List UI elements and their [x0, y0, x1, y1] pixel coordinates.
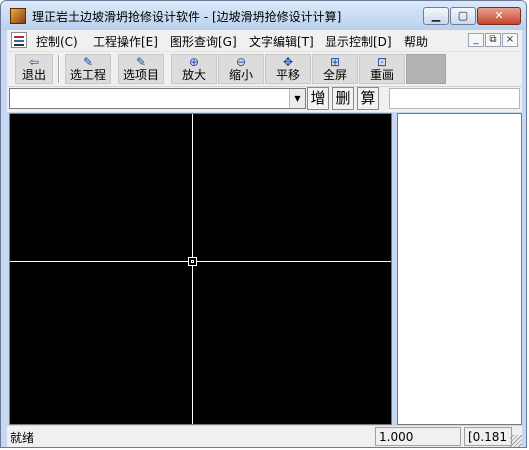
toolbar: ⇦ 退出 ✎ 选工程 ✎ 选项目 ⊕ 放大 ⊖ 缩小 ✥ 平移 ⊞ 全屏 ⊡ 重…	[7, 52, 522, 87]
exit-arrow-icon: ⇦	[28, 55, 40, 69]
title-bar[interactable]: 理正岩土边坡滑坍抢修设计软件 - [边坡滑坍抢修设计计算] ▁ ▢ ✕	[1, 1, 526, 30]
minimize-button[interactable]: ▁	[423, 7, 449, 25]
fullscreen-icon: ⊞	[329, 55, 341, 69]
window-title: 理正岩土边坡滑坍抢修设计软件 - [边坡滑坍抢修设计计算]	[32, 10, 342, 24]
zoom-in-label: 放大	[181, 68, 206, 82]
zoom-out-label: 缩小	[228, 68, 253, 82]
redraw-button[interactable]: ⊡ 重画	[359, 54, 405, 84]
zoom-out-button[interactable]: ⊖ 缩小	[218, 54, 264, 84]
side-panel[interactable]	[397, 113, 522, 425]
status-bar: 就绪 1.000 [0.181	[7, 426, 522, 447]
edit-project-icon: ✎	[82, 55, 94, 69]
select-item-label: 选项目	[122, 68, 159, 82]
toolbar-separator	[58, 55, 60, 83]
menu-project-ops[interactable]: 工程操作[E]	[93, 33, 158, 50]
menu-bar: 控制(C) 工程操作[E] 图形查询[G] 文字编辑[T] 显示控制[D] 帮助…	[7, 30, 522, 52]
command-input[interactable]	[389, 88, 520, 109]
drawing-canvas[interactable]	[9, 113, 392, 425]
mdi-minimize-button[interactable]: _	[468, 33, 484, 47]
calculate-button[interactable]: 算	[357, 87, 379, 110]
pan-icon: ✥	[282, 55, 294, 69]
menu-display-control[interactable]: 显示控制[D]	[325, 33, 392, 50]
vertical-axis-line	[192, 114, 193, 424]
app-logo-icon	[10, 8, 26, 24]
pan-label: 平移	[275, 68, 300, 82]
menu-help[interactable]: 帮助	[404, 33, 428, 50]
edit-item-icon: ✎	[135, 55, 147, 69]
scale-readout: 1.000	[375, 427, 461, 446]
mdi-restore-button[interactable]: ⧉	[485, 33, 501, 47]
menu-control[interactable]: 控制(C)	[36, 33, 78, 50]
mdi-close-button[interactable]: ×	[502, 33, 518, 47]
resize-grip-icon[interactable]	[510, 435, 522, 447]
coordinate-readout: [0.181	[464, 427, 512, 446]
close-button[interactable]: ✕	[477, 7, 521, 25]
command-combo[interactable]: ▼	[9, 88, 306, 109]
add-button[interactable]: 增	[307, 87, 329, 110]
select-project-button[interactable]: ✎ 选工程	[65, 54, 111, 84]
exit-button-label: 退出	[21, 68, 46, 82]
status-message: 就绪	[10, 431, 35, 445]
horizontal-axis-line	[10, 261, 391, 262]
select-item-button[interactable]: ✎ 选项目	[118, 54, 164, 84]
menu-graphic-query[interactable]: 图形查询[G]	[170, 33, 237, 50]
document-menu-icon[interactable]	[11, 32, 27, 48]
app-window: 理正岩土边坡滑坍抢修设计软件 - [边坡滑坍抢修设计计算] ▁ ▢ ✕ 控制(C…	[0, 0, 527, 448]
redraw-label: 重画	[369, 68, 394, 82]
chevron-down-icon[interactable]: ▼	[289, 89, 305, 108]
command-bar: ▼ 增 删 算	[7, 87, 522, 112]
fullscreen-label: 全屏	[322, 68, 347, 82]
fullscreen-button[interactable]: ⊞ 全屏	[312, 54, 358, 84]
maximize-button[interactable]: ▢	[450, 7, 476, 25]
zoom-out-icon: ⊖	[235, 55, 247, 69]
zoom-in-button[interactable]: ⊕ 放大	[171, 54, 217, 84]
select-project-label: 选工程	[69, 68, 106, 82]
pan-button[interactable]: ✥ 平移	[265, 54, 311, 84]
menu-text-edit[interactable]: 文字编辑[T]	[249, 33, 314, 50]
exit-button[interactable]: ⇦ 退出	[15, 54, 53, 84]
redraw-icon: ⊡	[376, 55, 388, 69]
zoom-in-icon: ⊕	[188, 55, 200, 69]
disabled-toolbar-button	[406, 54, 446, 84]
crosshair-cursor-icon	[188, 257, 197, 266]
delete-button[interactable]: 删	[332, 87, 354, 110]
